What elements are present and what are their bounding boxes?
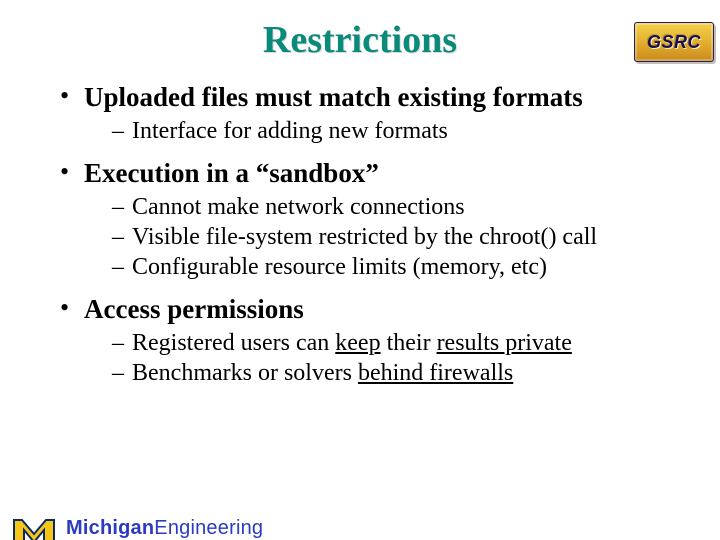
sub-list: Registered users can keep their results … — [84, 328, 666, 388]
sub-text: Visible file-system restricted by the ch… — [132, 224, 597, 250]
sub-list: Cannot make network connections Visible … — [84, 192, 666, 282]
footer-brand: MichiganEngineering — [66, 517, 263, 540]
michigan-logo-icon — [12, 508, 56, 540]
slide-title: Restrictions — [0, 18, 720, 62]
sub-text-u2: results private — [437, 330, 572, 356]
bullet-item: Uploaded files must match existing forma… — [54, 80, 666, 146]
bullet-item: Execution in a “sandbox” Cannot make net… — [54, 156, 666, 282]
sub-text-u1: behind firewalls — [358, 360, 513, 386]
sub-text: Cannot make network connections — [132, 194, 465, 220]
sub-item: Benchmarks or solvers behind firewalls — [112, 358, 666, 388]
sub-item: Registered users can keep their results … — [112, 328, 666, 358]
slide: GSRC Restrictions Uploaded files must ma… — [0, 18, 720, 540]
footer-brand-light: Engineering — [154, 517, 263, 539]
sub-text: Interface for adding new formats — [132, 118, 448, 144]
bullet-head: Uploaded files must match existing forma… — [84, 82, 583, 112]
sub-item: Configurable resource limits (memory, et… — [112, 252, 666, 282]
sub-text-u1: keep — [335, 330, 380, 356]
sub-text-pre: Registered users can — [132, 330, 335, 356]
bullet-item: Access permissions Registered users can … — [54, 292, 666, 388]
gsrc-badge: GSRC — [634, 22, 714, 62]
footer-brand-bold: Michigan — [66, 517, 154, 539]
slide-content: Uploaded files must match existing forma… — [0, 80, 720, 388]
bullet-list: Uploaded files must match existing forma… — [54, 80, 666, 388]
sub-item: Cannot make network connections — [112, 192, 666, 222]
sub-item: Interface for adding new formats — [112, 116, 666, 146]
sub-list: Interface for adding new formats — [84, 116, 666, 146]
sub-text: Configurable resource limits (memory, et… — [132, 254, 547, 280]
sub-text-pre: Benchmarks or solvers — [132, 360, 358, 386]
sub-item: Visible file-system restricted by the ch… — [112, 222, 666, 252]
gsrc-badge-text: GSRC — [647, 32, 701, 53]
bullet-head: Execution in a “sandbox” — [84, 158, 379, 188]
footer: MichiganEngineering — [12, 508, 263, 540]
bullet-head: Access permissions — [84, 294, 304, 324]
sub-text-mid: their — [381, 330, 437, 356]
